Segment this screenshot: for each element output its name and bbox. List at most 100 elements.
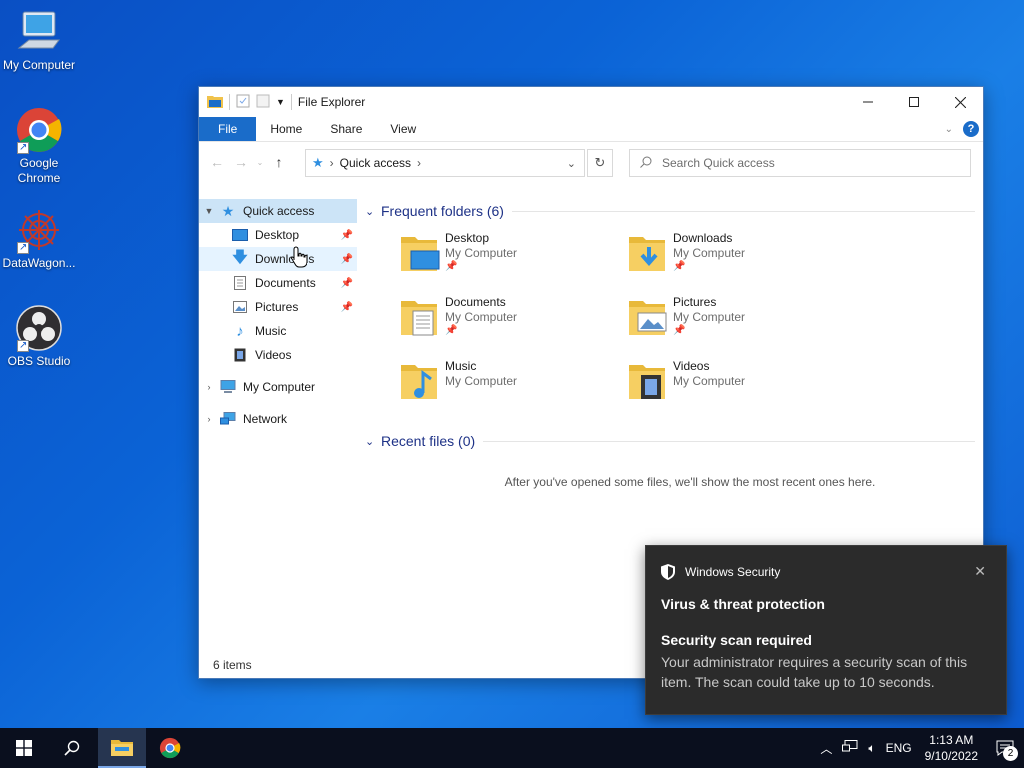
- folder-tile-videos[interactable]: Videos My Computer: [627, 355, 855, 419]
- chevron-down-icon: ⌄: [365, 435, 375, 448]
- address-bar[interactable]: ★ › Quick access › ⌄: [305, 149, 585, 177]
- nav-item-network[interactable]: › Network: [199, 407, 357, 431]
- recent-files-header[interactable]: ⌄ Recent files (0): [365, 429, 975, 453]
- breadcrumb-separator-icon: ›: [329, 156, 334, 170]
- breadcrumb-separator-icon: ›: [417, 156, 422, 170]
- desktop-icon-datawagon[interactable]: DataWagon...: [0, 206, 78, 271]
- clock[interactable]: 1:13 AM 9/10/2022: [917, 732, 986, 764]
- divider: [229, 94, 230, 110]
- volume-icon[interactable]: 🔈︎: [863, 741, 880, 756]
- search-icon: [640, 156, 652, 171]
- search-icon: [64, 740, 80, 756]
- pin-icon: 📌: [340, 253, 353, 265]
- picture-icon: [231, 299, 249, 315]
- minimize-button[interactable]: [845, 87, 891, 117]
- window-title: File Explorer: [297, 95, 366, 109]
- start-button[interactable]: [0, 728, 48, 768]
- folder-location: My Computer: [673, 310, 746, 324]
- nav-label: Quick access: [243, 204, 315, 218]
- folder-tile-downloads[interactable]: Downloads My Computer 📌: [627, 227, 855, 291]
- maximize-button[interactable]: [891, 87, 937, 117]
- computer-icon: [15, 8, 63, 56]
- tab-file[interactable]: File: [199, 117, 257, 141]
- clock-time: 1:13 AM: [929, 733, 974, 747]
- nav-item-downloads[interactable]: 🡇 Downloads 📌: [199, 247, 357, 271]
- forward-button[interactable]: →: [229, 154, 253, 170]
- main-pane: ⌄ Frequent folders (6) Desktop My Comput…: [365, 195, 975, 489]
- search-input[interactable]: [662, 156, 942, 170]
- folder-tile-music[interactable]: Music My Computer: [399, 355, 627, 419]
- close-button[interactable]: [937, 87, 983, 117]
- windows-logo-icon: [16, 740, 32, 756]
- chrome-icon: [15, 106, 63, 155]
- tab-home[interactable]: Home: [256, 117, 316, 141]
- collapse-arrow-icon[interactable]: ▼: [199, 206, 219, 216]
- nav-item-music[interactable]: ♪ Music: [199, 319, 357, 343]
- computer-icon: [219, 379, 237, 395]
- folder-tile-documents[interactable]: Documents My Computer 📌: [399, 291, 627, 355]
- new-folder-icon[interactable]: [256, 94, 270, 111]
- back-button[interactable]: ←: [205, 154, 229, 170]
- help-icon[interactable]: ?: [963, 121, 979, 137]
- pin-icon: 📌: [673, 261, 686, 272]
- folder-name: Desktop: [445, 231, 490, 245]
- desktop-icon-label: My Computer: [2, 58, 76, 72]
- language-indicator[interactable]: ENG: [881, 741, 917, 755]
- nav-item-videos[interactable]: Videos: [199, 343, 357, 367]
- search-box[interactable]: [629, 149, 971, 177]
- document-icon: [231, 275, 249, 291]
- folder-tile-desktop[interactable]: Desktop My Computer 📌: [399, 227, 627, 291]
- nav-item-documents[interactable]: Documents 📌: [199, 271, 357, 295]
- refresh-button[interactable]: ↻: [587, 149, 613, 177]
- taskbar-file-explorer[interactable]: [98, 728, 146, 768]
- system-tray: ︿ 🔈︎ ENG 1:13 AM 9/10/2022 2: [815, 728, 1024, 768]
- desktop-icon-label: Google Chrome: [17, 156, 61, 185]
- frequent-folders-header[interactable]: ⌄ Frequent folders (6): [365, 199, 975, 223]
- show-hidden-icons-icon[interactable]: ︿: [815, 740, 837, 757]
- nav-item-desktop[interactable]: Desktop 📌: [199, 223, 357, 247]
- desktop-icon-google-chrome[interactable]: Google Chrome: [0, 106, 78, 186]
- tab-view[interactable]: View: [376, 117, 430, 141]
- obs-icon: [15, 304, 63, 353]
- navigation-bar: ← → ⌄ ↑ ★ › Quick access › ⌄ ↻: [199, 142, 983, 182]
- tab-share[interactable]: Share: [316, 117, 376, 141]
- nav-item-my-computer[interactable]: › My Computer: [199, 375, 357, 399]
- desktop-icon-label: DataWagon...: [2, 256, 76, 270]
- up-button[interactable]: ↑: [267, 154, 291, 170]
- desktop-icon-obs-studio[interactable]: OBS Studio: [0, 304, 78, 369]
- shortcut-arrow-icon: [17, 240, 29, 255]
- close-icon[interactable]: ✕: [974, 563, 986, 580]
- chrome-icon: [159, 737, 181, 759]
- toast-title: Security scan required: [661, 632, 812, 648]
- address-dropdown-icon[interactable]: ⌄: [567, 157, 576, 170]
- network-icon: [219, 411, 237, 427]
- recent-files-empty-message: After you've opened some files, we'll sh…: [504, 475, 876, 489]
- downloads-folder-icon: [627, 231, 673, 277]
- breadcrumb-quick-access[interactable]: Quick access: [340, 156, 411, 170]
- expand-arrow-icon[interactable]: ›: [199, 414, 219, 424]
- security-toast-notification[interactable]: Windows Security ✕ Virus & threat protec…: [645, 545, 1007, 715]
- nav-label: Network: [243, 412, 288, 426]
- network-status-icon[interactable]: [837, 739, 863, 757]
- notification-count-badge: 2: [1003, 746, 1018, 761]
- divider: [483, 440, 975, 442]
- expand-arrow-icon[interactable]: ›: [199, 382, 219, 392]
- shortcut-arrow-icon: [17, 338, 29, 353]
- folder-name: Videos: [673, 359, 710, 373]
- nav-item-pictures[interactable]: Pictures 📌: [199, 295, 357, 319]
- nav-item-quick-access[interactable]: ▼ ★ Quick access: [199, 199, 357, 223]
- desktop-icon-my-computer[interactable]: My Computer: [0, 8, 78, 73]
- action-center-button[interactable]: 2: [986, 728, 1024, 768]
- folder-tile-pictures[interactable]: Pictures My Computer 📌: [627, 291, 855, 355]
- music-folder-icon: [399, 359, 445, 405]
- properties-icon[interactable]: [236, 94, 250, 111]
- folder-name: Music: [445, 359, 477, 373]
- search-button[interactable]: [48, 728, 96, 768]
- taskbar-google-chrome[interactable]: [146, 728, 194, 768]
- desktop-folder-icon: [399, 231, 445, 277]
- quick-access-star-icon: ★: [221, 202, 235, 219]
- recent-locations-icon[interactable]: ⌄: [253, 158, 267, 167]
- divider: [290, 94, 292, 110]
- expand-ribbon-icon[interactable]: ⌄: [945, 124, 953, 135]
- customize-quick-access-icon[interactable]: ▼: [276, 97, 285, 107]
